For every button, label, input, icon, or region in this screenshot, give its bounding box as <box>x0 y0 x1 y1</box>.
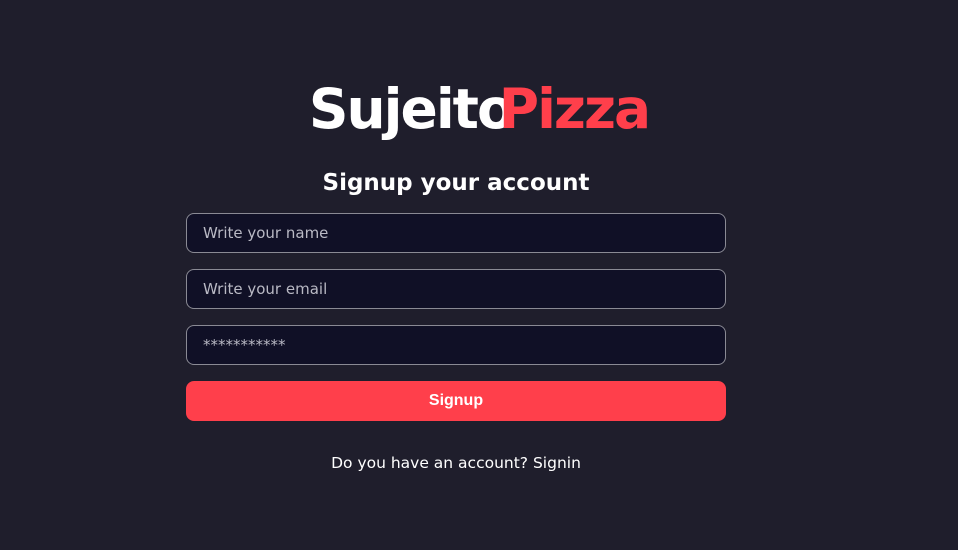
logo-text-pizza: Pizza <box>498 77 651 141</box>
logo-text-sujeito: Sujeito <box>308 77 515 141</box>
email-input[interactable] <box>186 269 726 309</box>
logo: SujeitoPizza <box>0 74 958 144</box>
page-title: Signup your account <box>322 170 590 196</box>
password-input[interactable] <box>186 325 726 365</box>
signup-page: SujeitoPizza Signup your account Signup … <box>0 0 958 550</box>
signin-link[interactable]: Do you have an account? Signin <box>0 452 912 474</box>
signup-button[interactable]: Signup <box>186 381 726 421</box>
name-input[interactable] <box>186 213 726 253</box>
